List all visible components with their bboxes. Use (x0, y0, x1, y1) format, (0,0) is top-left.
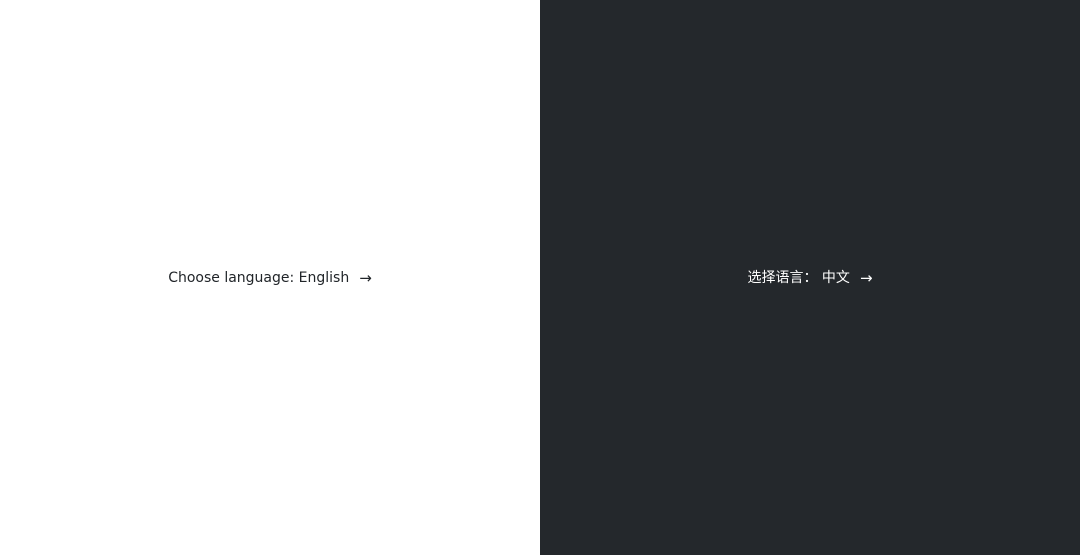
chinese-panel[interactable]: 选择语言： 中文 → (540, 0, 1080, 555)
arrow-right-icon: → (859, 268, 873, 287)
arrow-right-icon: → (359, 268, 372, 287)
chinese-label: 选择语言： 中文 (747, 269, 850, 286)
choose-chinese-link[interactable]: 选择语言： 中文 → (747, 269, 872, 287)
choose-english-link[interactable]: Choose language: English → (168, 269, 372, 287)
english-label: Choose language: English (168, 269, 350, 286)
language-chooser: Choose language: English → 选择语言： 中文 → (0, 0, 1080, 555)
english-panel[interactable]: Choose language: English → (0, 0, 540, 555)
